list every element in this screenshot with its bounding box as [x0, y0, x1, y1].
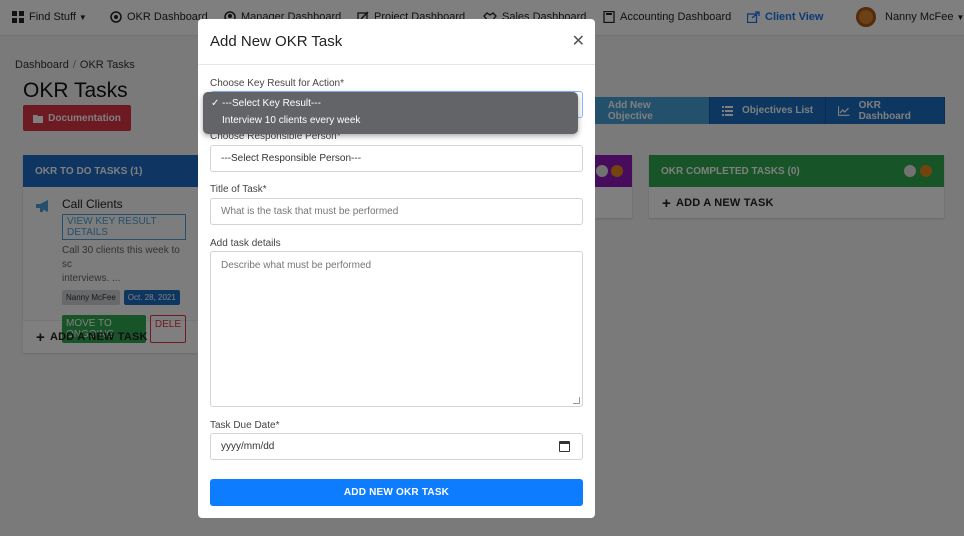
add-okr-task-button[interactable]: ADD NEW OKR TASK — [210, 479, 583, 506]
resize-handle-icon[interactable] — [573, 397, 580, 404]
dropdown-option[interactable]: Interview 10 clients every week — [211, 115, 360, 126]
task-title-label: Title of Task* — [210, 184, 267, 195]
due-date-placeholder: yyyy/mm/dd — [221, 441, 275, 452]
task-title-placeholder: What is the task that must be performed — [221, 206, 399, 217]
checkmark-icon: ✓ — [211, 98, 220, 109]
due-date-input[interactable]: yyyy/mm/dd — [210, 433, 583, 460]
modal-title: Add New OKR Task — [210, 33, 343, 50]
task-title-input[interactable]: What is the task that must be performed — [210, 198, 583, 225]
modal-header: Add New OKR Task ✕ — [198, 19, 595, 65]
dropdown-option-label: ---Select Key Result--- — [222, 98, 321, 109]
task-details-label: Add task details — [210, 238, 281, 249]
calendar-icon[interactable] — [559, 441, 570, 452]
dropdown-option-label: Interview 10 clients every week — [222, 115, 361, 126]
due-date-label: Task Due Date* — [210, 420, 280, 431]
key-result-dropdown: ✓ ---Select Key Result--- Interview 10 c… — [203, 92, 578, 134]
responsible-person-select[interactable]: ---Select Responsible Person--- — [210, 145, 583, 172]
close-icon[interactable]: ✕ — [572, 31, 585, 51]
task-details-textarea[interactable]: Describe what must be performed — [210, 251, 583, 407]
key-result-label: Choose Key Result for Action* — [210, 78, 344, 89]
dropdown-option-selected[interactable]: ✓ ---Select Key Result--- — [211, 98, 321, 109]
task-details-placeholder: Describe what must be performed — [221, 260, 372, 271]
responsible-person-value: ---Select Responsible Person--- — [221, 153, 362, 164]
